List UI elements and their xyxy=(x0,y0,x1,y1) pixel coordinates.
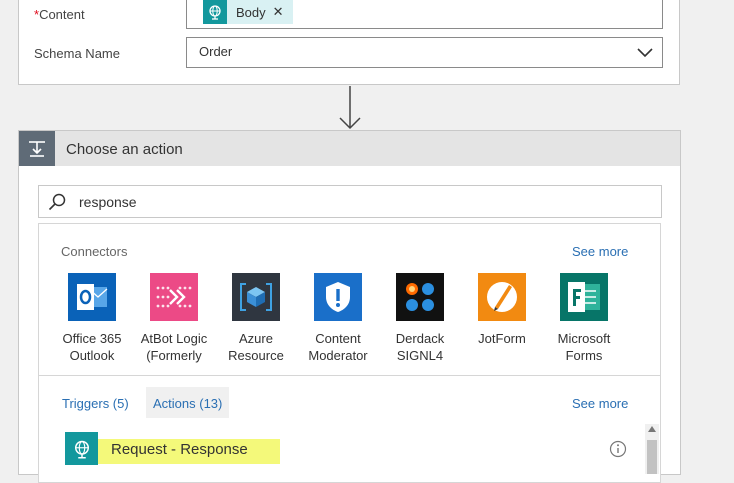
schema-name-value: Order xyxy=(199,44,233,59)
chevron-down-icon xyxy=(637,48,653,58)
outlook-icon xyxy=(68,273,116,321)
forms-icon xyxy=(560,273,608,321)
actions-see-more-link[interactable]: See more xyxy=(572,396,628,411)
shield-icon xyxy=(314,273,362,321)
scroll-up-icon[interactable] xyxy=(648,426,656,432)
scrollbar-thumb[interactable] xyxy=(647,440,657,474)
connector-name: AtBot Logic (Formerly xyxy=(140,331,208,363)
connector-atbot-logic[interactable]: AtBot Logic (Formerly xyxy=(133,273,215,364)
result-request-response[interactable]: Request - Response xyxy=(111,441,248,458)
jotform-icon xyxy=(478,273,526,321)
action-search-input[interactable]: response xyxy=(38,185,662,218)
body-token[interactable]: Body ✕ xyxy=(203,0,293,24)
connectors-see-more-link[interactable]: See more xyxy=(572,244,628,259)
signl4-icon xyxy=(396,273,444,321)
connector-content-moderator[interactable]: Content Moderator xyxy=(297,273,379,364)
search-icon xyxy=(48,193,66,211)
info-icon[interactable] xyxy=(609,440,627,458)
remove-token-icon[interactable]: ✕ xyxy=(273,4,284,20)
connector-name: JotForm xyxy=(478,331,526,346)
globe-request-icon xyxy=(203,0,227,24)
content-label: *Content xyxy=(34,7,85,22)
atbot-icon xyxy=(150,273,198,321)
azure-resource-icon xyxy=(232,273,280,321)
connector-name: Microsoft Forms xyxy=(557,331,611,363)
globe-request-icon xyxy=(65,432,98,465)
connector-office365-outlook[interactable]: Office 365 Outlook xyxy=(51,273,133,364)
connector-name: Derdack SIGNL4 xyxy=(395,331,445,363)
choose-action-title: Choose an action xyxy=(66,141,183,158)
tab-actions[interactable]: Actions (13) xyxy=(153,396,222,411)
connector-microsoft-forms[interactable]: Microsoft Forms xyxy=(543,273,625,364)
tab-triggers[interactable]: Triggers (5) xyxy=(62,396,129,411)
schema-name-label: Schema Name xyxy=(34,46,120,61)
search-value: response xyxy=(79,194,137,210)
connector-derdack-signl4[interactable]: Derdack SIGNL4 xyxy=(379,273,461,364)
section-divider xyxy=(39,375,660,376)
arrow-down-icon xyxy=(339,86,361,130)
connector-azure-resource[interactable]: Azure Resource xyxy=(215,273,297,364)
connector-name: Azure Resource xyxy=(228,331,284,363)
connectors-heading: Connectors xyxy=(61,244,128,259)
schema-name-select[interactable]: Order xyxy=(186,37,663,68)
connector-name: Content Moderator xyxy=(308,331,368,363)
connector-jotform[interactable]: JotForm xyxy=(461,273,543,347)
action-step-icon xyxy=(19,131,55,166)
body-token-label: Body xyxy=(236,4,266,20)
connector-name: Office 365 Outlook xyxy=(62,331,122,363)
